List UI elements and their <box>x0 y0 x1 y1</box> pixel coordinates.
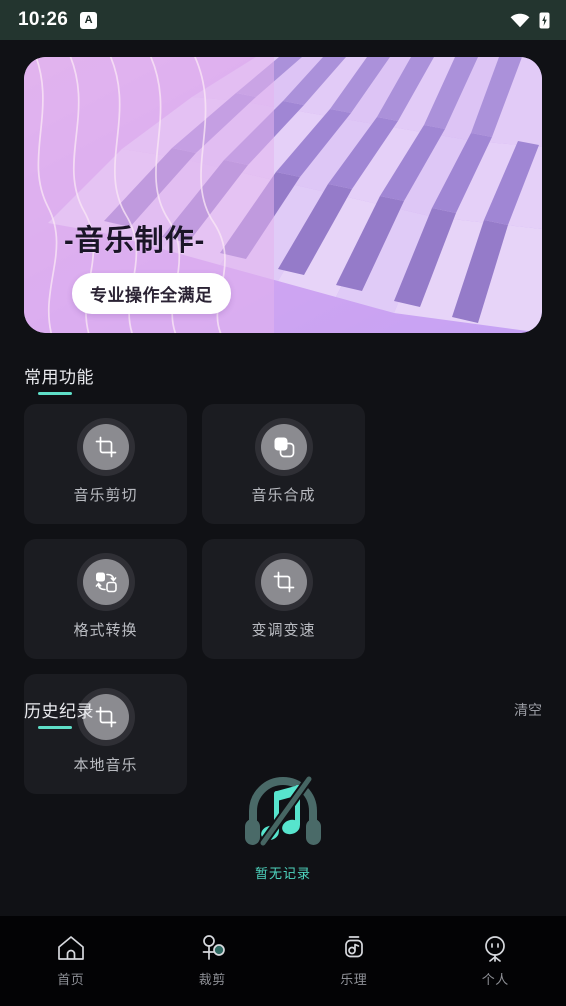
wifi-icon <box>510 13 530 27</box>
common-functions-title: 常用功能 <box>24 363 94 395</box>
status-bar: 10:26 A <box>0 0 566 40</box>
battery-charging-icon <box>539 12 550 28</box>
title-underline-accent <box>38 392 72 395</box>
history-empty-text: 暂无记录 <box>254 866 311 881</box>
banner-subtitle-pill: 专业操作全满足 <box>72 273 231 314</box>
feature-card-label: 变调变速 <box>251 621 316 639</box>
format-convert-icon <box>82 558 129 605</box>
assistive-touch-badge-icon: A <box>80 11 98 29</box>
nav-label: 首页 <box>57 972 85 987</box>
nav-item-music-theory[interactable]: 乐理 <box>283 916 425 1006</box>
nav-label: 乐理 <box>340 972 368 987</box>
nav-item-crop[interactable]: 裁剪 <box>142 916 284 1006</box>
music-theory-icon <box>344 936 363 958</box>
feature-card-label: 音乐合成 <box>251 486 316 504</box>
history-title: 历史纪录 <box>24 697 94 729</box>
feature-card-music-merge[interactable]: 音乐合成 <box>202 404 365 524</box>
headphones-music-note-slash-icon <box>245 774 321 848</box>
feature-card-music-cut[interactable]: 音乐剪切 <box>24 404 187 524</box>
crop-icon <box>260 558 307 605</box>
history-empty-state: 暂无记录 <box>0 765 566 882</box>
home-icon <box>57 936 84 960</box>
banner-title: -音乐制作- <box>64 225 206 257</box>
feature-card-pitch-speed[interactable]: 变调变速 <box>202 539 365 659</box>
history-header: 历史纪录 清空 <box>24 697 542 729</box>
title-underline-accent <box>38 726 72 729</box>
scissors-icon <box>202 935 226 960</box>
status-bar-icons <box>510 12 550 29</box>
status-bar-time: 10:26 <box>18 9 69 30</box>
feature-card-format-convert[interactable]: 格式转换 <box>24 539 187 659</box>
nav-label: 裁剪 <box>198 972 226 987</box>
person-face-icon <box>485 936 506 962</box>
nav-label: 个人 <box>481 972 509 987</box>
history-title-text: 历史纪录 <box>24 702 94 721</box>
layers-merge-icon <box>260 423 307 470</box>
nav-item-home[interactable]: 首页 <box>0 916 142 1006</box>
app-screen: 10:26 A -音乐制作- 专业操作全满足 常用功能 音乐剪切 音乐合成 格式… <box>0 0 566 1006</box>
feature-card-label: 格式转换 <box>73 621 138 639</box>
crop-icon <box>82 423 129 470</box>
common-functions-title-text: 常用功能 <box>24 368 94 387</box>
feature-grid: 音乐剪切 音乐合成 格式转换 变调变速 本地音乐 <box>24 404 542 794</box>
nav-item-profile[interactable]: 个人 <box>425 916 566 1006</box>
common-functions-header: 常用功能 <box>24 363 94 395</box>
feature-card-label: 音乐剪切 <box>73 486 138 504</box>
bottom-navigation-bar: 首页 裁剪 乐理 个人 <box>0 916 566 1006</box>
clear-history-button[interactable]: 清空 <box>514 697 542 720</box>
promo-banner[interactable]: -音乐制作- 专业操作全满足 <box>24 57 542 333</box>
